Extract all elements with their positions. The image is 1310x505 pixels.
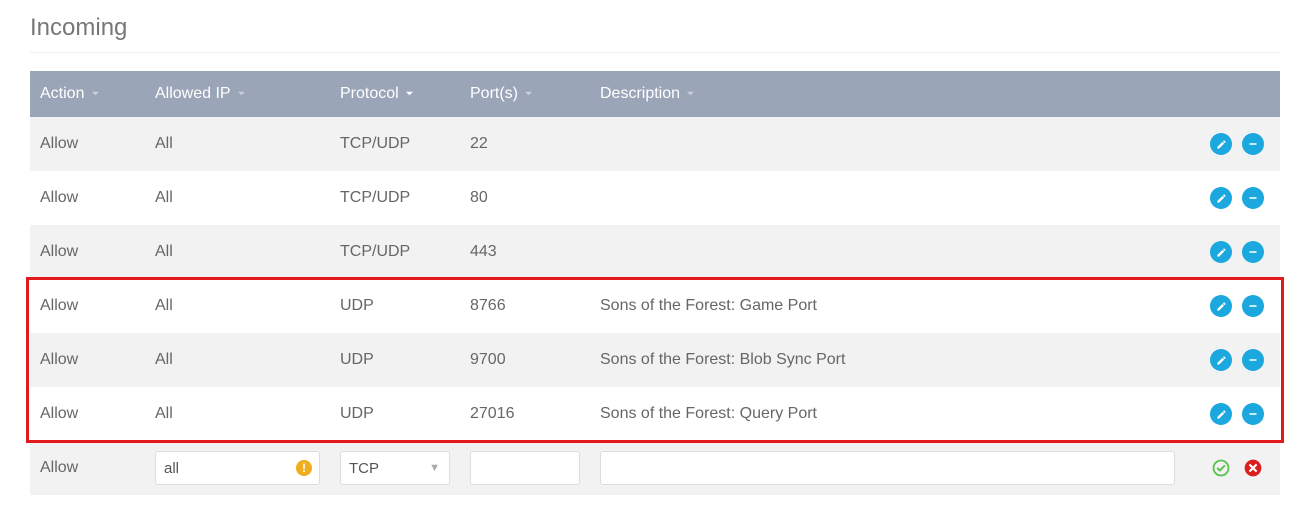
cell-protocol: TCP/UDP [330, 225, 460, 279]
cell-ports: 8766 [460, 279, 590, 333]
cell-ip: All [145, 117, 330, 171]
cell-ports: 22 [460, 117, 590, 171]
cell-ip: All [145, 333, 330, 387]
cell-action: Allow [30, 387, 145, 441]
col-header-ports[interactable]: Port(s) [460, 71, 590, 117]
firewall-rules-table: Action Allowed IP Protocol Port(s) [30, 71, 1280, 495]
col-header-action[interactable]: Action [30, 71, 145, 117]
confirm-button[interactable] [1210, 457, 1232, 479]
caret-down-icon [91, 85, 100, 103]
cell-ports: 443 [460, 225, 590, 279]
cell-ports: 27016 [460, 387, 590, 441]
cell-action: Allow [30, 225, 145, 279]
cell-description [590, 225, 1185, 279]
table-row: Allow All TCP/UDP 443 [30, 225, 1280, 279]
cell-ports: 9700 [460, 333, 590, 387]
col-header-description-label: Description [600, 85, 680, 102]
cell-protocol: UDP [330, 387, 460, 441]
cell-description [590, 117, 1185, 171]
cell-description: Sons of the Forest: Game Port [590, 279, 1185, 333]
protocol-select[interactable] [340, 451, 450, 485]
edit-button[interactable] [1210, 241, 1232, 263]
edit-button[interactable] [1210, 133, 1232, 155]
cell-ip: All [145, 387, 330, 441]
col-header-description[interactable]: Description [590, 71, 1185, 117]
warn-icon: ! [296, 460, 312, 476]
cell-protocol: UDP [330, 279, 460, 333]
cell-ip: All [145, 279, 330, 333]
new-rule-row: Allow ! ▼ [30, 441, 1280, 495]
cell-ip: All [145, 171, 330, 225]
cell-action: Allow [30, 171, 145, 225]
table-row: Allow All UDP 8766 Sons of the Forest: G… [30, 279, 1280, 333]
cell-ports: 80 [460, 171, 590, 225]
cell-action: Allow [30, 117, 145, 171]
caret-down-icon [524, 85, 533, 103]
remove-button[interactable] [1242, 241, 1264, 263]
cell-action: Allow [30, 333, 145, 387]
table-row: Allow All UDP 27016 Sons of the Forest: … [30, 387, 1280, 441]
col-header-action-label: Action [40, 85, 84, 102]
cell-description [590, 171, 1185, 225]
firewall-table-wrapper: Action Allowed IP Protocol Port(s) [30, 71, 1280, 495]
ports-input[interactable] [470, 451, 580, 485]
table-row: Allow All TCP/UDP 22 [30, 117, 1280, 171]
col-header-protocol-label: Protocol [340, 85, 399, 102]
remove-button[interactable] [1242, 295, 1264, 317]
edit-button[interactable] [1210, 403, 1232, 425]
description-input[interactable] [600, 451, 1175, 485]
cell-action: Allow [30, 441, 145, 495]
col-header-ports-label: Port(s) [470, 85, 518, 102]
table-row: Allow All UDP 9700 Sons of the Forest: B… [30, 333, 1280, 387]
remove-button[interactable] [1242, 403, 1264, 425]
edit-button[interactable] [1210, 187, 1232, 209]
cell-protocol: TCP/UDP [330, 117, 460, 171]
cancel-button[interactable] [1242, 457, 1264, 479]
caret-down-icon [686, 85, 695, 103]
remove-button[interactable] [1242, 133, 1264, 155]
cell-action: Allow [30, 279, 145, 333]
edit-button[interactable] [1210, 295, 1232, 317]
caret-down-icon [237, 85, 246, 103]
table-header-row: Action Allowed IP Protocol Port(s) [30, 71, 1280, 117]
section-title: Incoming [30, 10, 1280, 53]
remove-button[interactable] [1242, 349, 1264, 371]
remove-button[interactable] [1242, 187, 1264, 209]
col-header-ip[interactable]: Allowed IP [145, 71, 330, 117]
table-row: Allow All TCP/UDP 80 [30, 171, 1280, 225]
cell-ip: All [145, 225, 330, 279]
cell-protocol: TCP/UDP [330, 171, 460, 225]
caret-down-icon [405, 85, 414, 103]
col-header-actions [1185, 71, 1280, 117]
cell-protocol: UDP [330, 333, 460, 387]
edit-button[interactable] [1210, 349, 1232, 371]
cell-description: Sons of the Forest: Blob Sync Port [590, 333, 1185, 387]
col-header-ip-label: Allowed IP [155, 85, 230, 102]
col-header-protocol[interactable]: Protocol [330, 71, 460, 117]
cell-description: Sons of the Forest: Query Port [590, 387, 1185, 441]
